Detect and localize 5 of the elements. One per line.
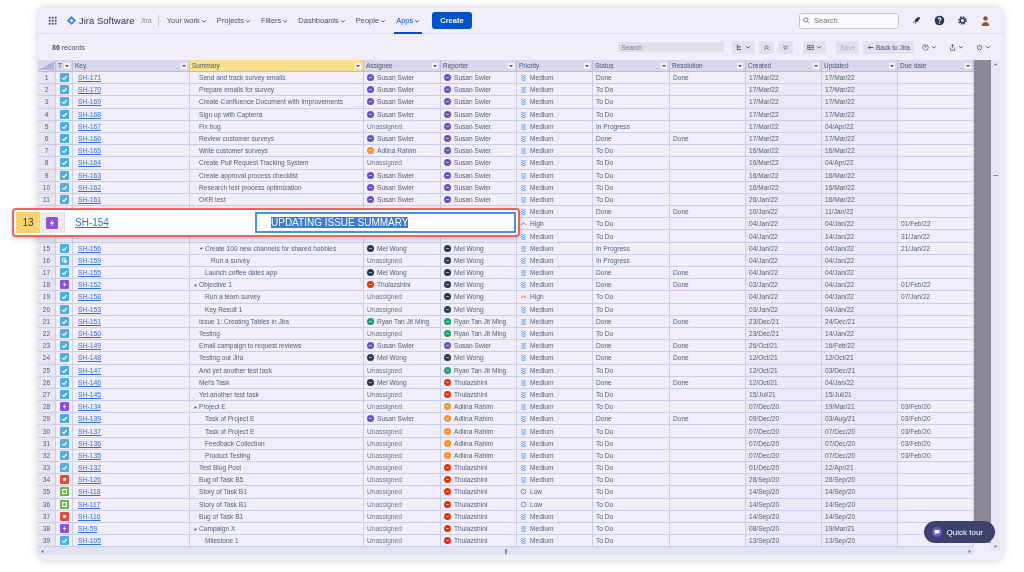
app-name: Jira Software [79, 15, 135, 26]
quick-tour-button[interactable]: Quick tour [923, 521, 995, 544]
row-number: 13 [16, 212, 40, 233]
issue-key-link[interactable]: SH-154 [65, 212, 255, 233]
summary-input-field[interactable]: UPDATING ISSUE SUMMARY [255, 212, 516, 233]
